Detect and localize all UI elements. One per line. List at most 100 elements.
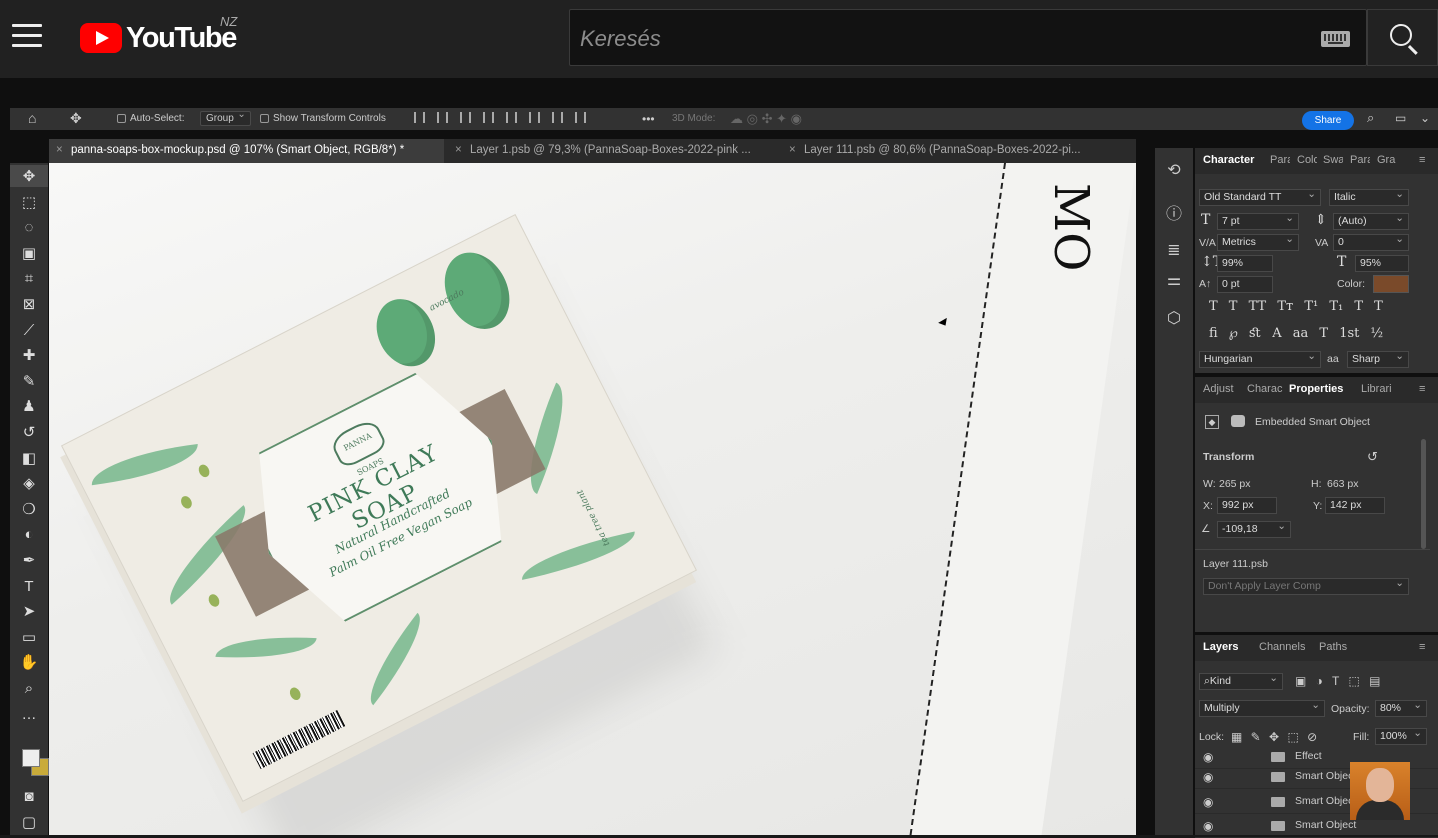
tab-channels[interactable]: Channels <box>1259 641 1305 653</box>
healing-tool[interactable]: ✚ <box>10 344 48 366</box>
reset-transform-icon[interactable]: ↺ <box>1367 449 1378 465</box>
fill-field[interactable]: 100% <box>1375 728 1427 745</box>
3d-icon[interactable]: ⬡ <box>1164 308 1184 328</box>
auto-select-checkbox[interactable] <box>117 113 126 123</box>
eye-icon[interactable]: ◉ <box>1203 750 1213 764</box>
tab-layer-1[interactable]: × Layer 1.psb @ 79,3% (PannaSoap-Boxes-2… <box>448 139 778 163</box>
tracking-field[interactable]: 0 <box>1333 234 1409 251</box>
history-icon[interactable]: ⟲ <box>1164 160 1184 180</box>
pen-tool[interactable]: ✒ <box>10 549 48 571</box>
tab-paragraph-styles[interactable]: Para <box>1350 154 1370 166</box>
tab-adjustments[interactable]: Adjust <box>1203 383 1239 395</box>
stamp-tool[interactable]: ♟ <box>10 395 48 417</box>
vertical-scale-field[interactable]: 99% <box>1217 255 1273 272</box>
properties-scrollbar[interactable] <box>1421 439 1426 549</box>
opentype-buttons[interactable]: ﬁ ℘ ﬆ A aa T 1st ½ <box>1209 326 1383 341</box>
share-button[interactable]: Share <box>1302 111 1354 130</box>
tab-libraries[interactable]: Librari <box>1361 383 1401 395</box>
keyboard-icon[interactable] <box>1321 31 1350 47</box>
kerning-field[interactable]: Metrics <box>1217 234 1299 251</box>
tab-swatches[interactable]: Swa <box>1323 154 1343 166</box>
search-icon[interactable]: ⌕ <box>1367 110 1374 126</box>
dodge-tool[interactable]: ◐ <box>10 523 48 545</box>
brush-tool[interactable]: ✎ <box>10 370 48 392</box>
history-brush-tool[interactable]: ↺ <box>10 421 48 443</box>
angle-field[interactable]: -109,18 <box>1217 521 1291 538</box>
object-selection-tool[interactable]: ▣ <box>10 242 48 264</box>
zoom-tool[interactable]: ⌕ <box>10 677 48 699</box>
youtube-logo[interactable]: YouTube <box>80 20 237 56</box>
antialias-select[interactable]: Sharp <box>1347 351 1409 368</box>
quick-mask-tool[interactable]: ◙ <box>10 785 48 807</box>
font-size-field[interactable]: 7 pt <box>1217 213 1299 230</box>
font-family-select[interactable]: Old Standard TT <box>1199 189 1321 206</box>
font-style-select[interactable]: Italic <box>1329 189 1409 206</box>
tab-panna-soaps-mockup[interactable]: × panna-soaps-box-mockup.psd @ 107% (Sma… <box>49 139 444 163</box>
workspace-icon[interactable]: ▭ <box>1395 111 1406 125</box>
lock-icons[interactable]: ▦ ✎ ✥ ⬚ ⊘ <box>1231 730 1317 744</box>
eyedropper-tool[interactable]: ⟋ <box>10 319 48 341</box>
more-tools[interactable]: … <box>10 703 48 725</box>
blend-mode-select[interactable]: Multiply <box>1199 700 1325 717</box>
paint-bucket-tool[interactable]: ◈ <box>10 472 48 494</box>
width-value[interactable]: 265 px <box>1219 478 1251 490</box>
panel-menu-icon[interactable]: ≡ <box>1419 641 1425 653</box>
text-color-swatch[interactable] <box>1373 275 1409 293</box>
align-icons[interactable] <box>408 112 592 123</box>
opacity-field[interactable]: 80% <box>1375 700 1427 717</box>
lasso-tool[interactable]: ◌ <box>10 216 48 238</box>
eye-icon[interactable]: ◉ <box>1203 770 1213 784</box>
color-swatches[interactable] <box>22 749 50 777</box>
tab-paths[interactable]: Paths <box>1319 641 1347 653</box>
baseline-shift-field[interactable]: 0 pt <box>1217 276 1273 293</box>
hand-tool[interactable]: ✋ <box>10 651 48 673</box>
x-field[interactable]: 992 px <box>1217 497 1277 514</box>
height-value[interactable]: 663 px <box>1327 478 1359 490</box>
brush-settings-icon[interactable]: ≣ <box>1164 240 1184 260</box>
close-icon[interactable]: × <box>455 139 462 161</box>
type-style-buttons[interactable]: T T TT Tт T¹ T₁ T T <box>1209 299 1383 314</box>
3d-mode-icons[interactable]: ☁ ◎ ✣ ✦ ◉ <box>730 111 802 127</box>
tab-gradients[interactable]: Gra <box>1377 154 1397 166</box>
chevron-down-icon[interactable]: ⌄ <box>1420 111 1430 125</box>
layer-filter-icons[interactable]: ▣ ◑ T ⬚ ▤ <box>1295 674 1381 688</box>
move-tool-icon[interactable]: ✥ <box>70 110 82 127</box>
adjustments-icon[interactable]: ⚌ <box>1164 270 1184 290</box>
marquee-tool[interactable]: ⬚ <box>10 191 48 213</box>
crop-tool[interactable]: ⌗ <box>10 267 48 289</box>
eye-icon[interactable]: ◉ <box>1203 795 1213 809</box>
tab-character[interactable]: Character <box>1203 154 1263 166</box>
document-canvas[interactable]: MO PANNA SOAPS PINK CLAY SOAP Natural Ha… <box>49 163 1136 835</box>
close-icon[interactable]: × <box>789 139 796 161</box>
blur-tool[interactable]: ❍ <box>10 498 48 520</box>
horizontal-scale-field[interactable]: 95% <box>1355 255 1409 272</box>
layer-filter-select[interactable]: ⌕Kind <box>1199 673 1283 690</box>
type-tool[interactable]: T <box>10 575 48 597</box>
eraser-tool[interactable]: ◧ <box>10 447 48 469</box>
show-transform-checkbox[interactable] <box>260 113 269 123</box>
tab-paragraph[interactable]: Para <box>1270 154 1290 166</box>
hamburger-menu-icon[interactable] <box>12 24 42 48</box>
path-selection-tool[interactable]: ➤ <box>10 600 48 622</box>
language-select[interactable]: Hungarian <box>1199 351 1321 368</box>
info-icon[interactable]: ⓘ <box>1164 200 1184 223</box>
panel-menu-icon[interactable]: ≡ <box>1419 383 1425 395</box>
tab-layers[interactable]: Layers <box>1203 641 1238 653</box>
panel-menu-icon[interactable]: ≡ <box>1419 154 1425 166</box>
home-icon[interactable]: ⌂ <box>28 110 36 126</box>
close-icon[interactable]: × <box>56 139 63 161</box>
eye-icon[interactable]: ◉ <box>1203 819 1213 833</box>
tab-character[interactable]: Charac <box>1247 383 1283 395</box>
leading-field[interactable]: (Auto) <box>1333 213 1409 230</box>
tab-properties[interactable]: Properties <box>1289 383 1349 395</box>
frame-tool[interactable]: ⊠ <box>10 293 48 315</box>
search-button[interactable] <box>1367 9 1438 66</box>
soap-box-mockup[interactable]: PANNA SOAPS PINK CLAY SOAP Natural Handc… <box>60 214 698 802</box>
layer-comp-select[interactable]: Don't Apply Layer Comp <box>1203 578 1409 595</box>
search-input[interactable]: Keresés <box>569 9 1367 66</box>
foreground-color[interactable] <box>22 749 40 767</box>
more-options-icon[interactable]: ••• <box>642 112 655 126</box>
tab-color[interactable]: Colo <box>1297 154 1317 166</box>
auto-select-dropdown[interactable]: Group <box>200 109 251 126</box>
screen-mode-tool[interactable]: ▢ <box>10 811 48 833</box>
